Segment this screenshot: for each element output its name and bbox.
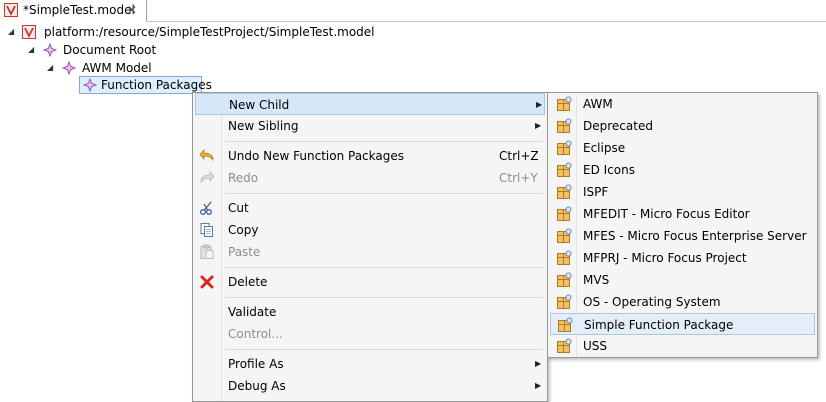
submenu-item-mfes-micro-focus-enterprise-server[interactable]: MFES - Micro Focus Enterprise Server — [550, 225, 815, 247]
submenu-item-deprecated[interactable]: Deprecated — [550, 115, 815, 137]
menu-item-control[interactable]: Control... — [195, 323, 545, 345]
submenu-arrow-icon: ▶ — [535, 121, 542, 130]
menu-item-profile-as[interactable]: Profile As ▶ — [195, 353, 545, 375]
menu-label: New Sibling — [228, 119, 299, 133]
tab-underline — [146, 21, 826, 22]
submenu-item-mfprj-micro-focus-project[interactable]: MFPRJ - Micro Focus Project — [550, 247, 815, 269]
submenu-label: AWM — [583, 97, 613, 111]
package-icon — [556, 294, 572, 310]
menu-item-copy[interactable]: Copy — [195, 219, 545, 241]
expand-icon[interactable]: ◢ — [28, 45, 38, 55]
submenu-item-awm[interactable]: AWM — [550, 93, 815, 115]
submenu-label: MFEDIT - Micro Focus Editor — [583, 207, 750, 221]
expand-icon[interactable]: ◢ — [47, 63, 57, 73]
menu-separator — [225, 297, 543, 298]
menu-item-debug-as[interactable]: Debug As ▶ — [195, 375, 545, 397]
menu-item-cut[interactable]: Cut — [195, 197, 545, 219]
menu-separator — [225, 267, 543, 268]
expand-icon[interactable]: ◢ — [8, 27, 18, 37]
submenu-item-ispf[interactable]: ISPF — [550, 181, 815, 203]
menu-label: Cut — [228, 201, 249, 215]
menu-item-undo[interactable]: Undo New Function Packages Ctrl+Z — [195, 145, 545, 167]
submenu-label: Eclipse — [583, 141, 626, 155]
package-icon — [556, 184, 572, 200]
submenu-item-simple-function-package[interactable]: Simple Function Package — [550, 313, 815, 335]
eobject-node-icon — [42, 42, 58, 60]
model-file-icon — [4, 3, 18, 20]
submenu-label: OS - Operating System — [583, 295, 721, 309]
menu-separator — [225, 193, 543, 194]
menu-separator — [225, 141, 543, 142]
menu-item-redo[interactable]: Redo Ctrl+Y — [195, 167, 545, 189]
paste-icon — [199, 244, 215, 260]
submenu-item-ed-icons[interactable]: ED Icons — [550, 159, 815, 181]
menu-label: Redo — [228, 171, 259, 185]
editor-tab-bar: *SimpleTest.model ✕ — [0, 0, 826, 22]
menu-item-new-child[interactable]: New Child ▶ — [195, 93, 545, 115]
new-child-submenu: AWM Deprecated Eclipse ED Icons ISPF MFEDIT -… — [547, 92, 818, 358]
model-resource-icon — [22, 25, 36, 42]
redo-icon — [199, 170, 215, 186]
submenu-item-uss[interactable]: USS — [550, 335, 815, 357]
submenu-item-mfedit-micro-focus-editor[interactable]: MFEDIT - Micro Focus Editor — [550, 203, 815, 225]
tree-row-resource[interactable]: ◢ platform:/resource/SimpleTestProject/S… — [8, 23, 408, 41]
eobject-node-icon — [82, 77, 98, 95]
menu-label: Debug As — [228, 379, 286, 393]
tree-label-resource: platform:/resource/SimpleTestProject/Sim… — [44, 25, 375, 39]
editor-tab-title: *SimpleTest.model — [23, 3, 135, 17]
undo-icon — [199, 148, 215, 164]
close-icon[interactable]: ✕ — [127, 3, 137, 17]
package-icon — [556, 140, 572, 156]
submenu-item-os-operating-system[interactable]: OS - Operating System — [550, 291, 815, 313]
eobject-node-icon — [61, 60, 77, 78]
menu-label: Undo New Function Packages — [228, 149, 404, 163]
menu-item-validate[interactable]: Validate — [195, 301, 545, 323]
menu-label: Copy — [228, 223, 259, 237]
package-icon — [556, 206, 572, 222]
menu-accelerator: Ctrl+Z — [499, 149, 539, 163]
submenu-arrow-icon: ▶ — [535, 381, 542, 390]
menu-label: Control... — [228, 327, 283, 341]
menu-label: Profile As — [228, 357, 284, 371]
package-icon — [556, 228, 572, 244]
scissors-icon — [199, 200, 215, 216]
package-icon — [556, 250, 572, 266]
menu-label: Paste — [228, 245, 261, 259]
package-icon — [556, 162, 572, 178]
submenu-item-eclipse[interactable]: Eclipse — [550, 137, 815, 159]
tree-label-awm-model: AWM Model — [82, 61, 152, 75]
menu-separator — [225, 349, 543, 350]
tree-label-document-root: Document Root — [63, 43, 157, 57]
menu-label: Validate — [228, 305, 277, 319]
menu-accelerator: Ctrl+Y — [499, 171, 538, 185]
editor-tab[interactable]: *SimpleTest.model ✕ — [0, 0, 147, 22]
menu-item-new-sibling[interactable]: New Sibling ▶ — [195, 115, 545, 137]
menu-item-paste[interactable]: Paste — [195, 241, 545, 263]
submenu-label: MVS — [583, 273, 610, 287]
submenu-label: MFPRJ - Micro Focus Project — [583, 251, 747, 265]
tree-row-document-root[interactable]: ◢ Document Root — [28, 41, 228, 59]
submenu-arrow-icon: ▶ — [536, 100, 543, 109]
submenu-item-mvs[interactable]: MVS — [550, 269, 815, 291]
package-icon — [556, 118, 572, 134]
copy-icon — [199, 222, 215, 238]
package-icon — [556, 96, 572, 112]
menu-item-delete[interactable]: Delete — [195, 271, 545, 293]
menu-label: New Child — [229, 98, 290, 112]
delete-icon — [199, 274, 215, 290]
package-icon — [556, 338, 572, 354]
submenu-arrow-icon: ▶ — [535, 359, 542, 368]
tree-row-awm-model[interactable]: ◢ AWM Model — [47, 59, 247, 77]
submenu-label: MFES - Micro Focus Enterprise Server — [583, 229, 807, 243]
package-icon — [556, 272, 572, 288]
tree-row-function-packages[interactable]: Function Packages — [79, 76, 212, 95]
submenu-label: Simple Function Package — [584, 318, 734, 332]
menu-label: Delete — [228, 275, 268, 289]
submenu-label: Deprecated — [583, 119, 653, 133]
package-icon — [557, 317, 573, 333]
context-menu: New Child ▶ New Sibling ▶ Undo New Funct… — [192, 92, 548, 402]
submenu-label: USS — [583, 339, 608, 353]
submenu-label: ED Icons — [583, 163, 635, 177]
submenu-label: ISPF — [583, 185, 609, 199]
